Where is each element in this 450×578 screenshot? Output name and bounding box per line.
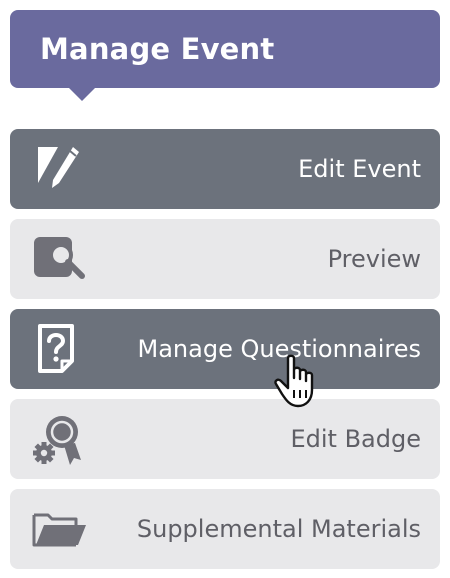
preview-magnifier-icon bbox=[34, 237, 85, 279]
preview-label: Preview bbox=[327, 245, 421, 273]
edit-badge-button[interactable]: Edit Badge bbox=[10, 399, 440, 479]
manage-event-header: Manage Event bbox=[10, 10, 440, 101]
edit-badge-label: Edit Badge bbox=[290, 425, 421, 453]
edit-event-button[interactable]: Edit Event bbox=[10, 129, 440, 209]
manage-questionnaires-label: Manage Questionnaires bbox=[137, 335, 422, 363]
questionnaire-icon bbox=[38, 324, 74, 373]
badge-gear-icon bbox=[33, 416, 81, 465]
header-title: Manage Event bbox=[40, 32, 275, 66]
manage-questionnaires-button[interactable]: Manage Questionnaires bbox=[10, 309, 440, 389]
supplemental-materials-label: Supplemental Materials bbox=[136, 515, 421, 543]
supplemental-materials-button[interactable]: Supplemental Materials bbox=[10, 489, 440, 569]
folder-icon bbox=[32, 513, 86, 547]
edit-pen-icon bbox=[38, 147, 79, 188]
event-menu: Edit Event Preview Manage Questionnaires bbox=[10, 129, 440, 578]
preview-button[interactable]: Preview bbox=[10, 219, 440, 299]
header-pointer bbox=[68, 87, 96, 101]
edit-event-label: Edit Event bbox=[298, 155, 421, 183]
manage-event-panel: Manage Event Edit Event Preview Manage Q… bbox=[0, 0, 450, 578]
